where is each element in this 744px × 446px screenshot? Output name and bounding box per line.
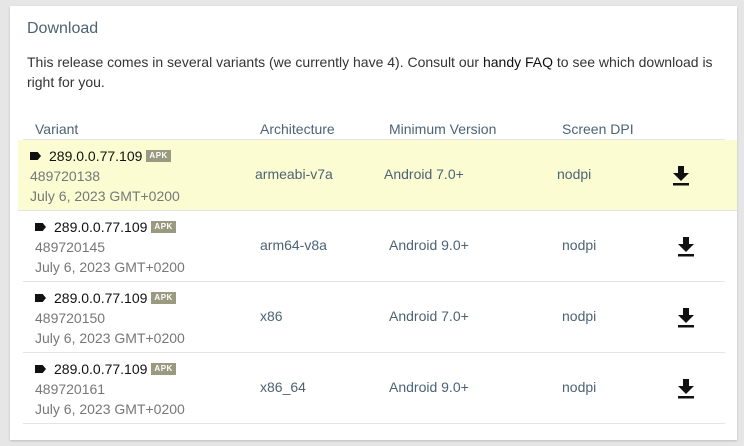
- table-row: 289.0.0.77.109 APK 489720138 July 6, 202…: [18, 140, 737, 211]
- architecture-cell: x86: [260, 308, 283, 324]
- tag-icon: [35, 223, 46, 231]
- download-button[interactable]: [677, 378, 695, 400]
- apk-badge: APK: [151, 221, 176, 233]
- tag-icon: [30, 152, 41, 160]
- variant-version-link[interactable]: 289.0.0.77.109: [54, 288, 147, 308]
- header-architecture: Architecture: [260, 121, 335, 137]
- download-icon: [678, 308, 694, 328]
- architecture-cell: arm64-v8a: [260, 237, 327, 253]
- download-button[interactable]: [672, 165, 690, 187]
- table-row: 289.0.0.77.109 APK 489720145 July 6, 202…: [23, 211, 725, 282]
- variant-date: July 6, 2023 GMT+0200: [30, 188, 180, 204]
- intro-text: This release comes in several variants (…: [27, 52, 717, 92]
- tag-icon: [35, 365, 46, 373]
- apk-badge: APK: [146, 150, 171, 162]
- variant-cell: 289.0.0.77.109 APK 489720150 July 6, 202…: [35, 288, 185, 348]
- download-icon: [678, 379, 694, 399]
- variant-cell: 289.0.0.77.109 APK 489720138 July 6, 202…: [30, 146, 180, 206]
- variant-date: July 6, 2023 GMT+0200: [35, 330, 185, 346]
- variant-version-link[interactable]: 289.0.0.77.109: [54, 359, 147, 379]
- variant-code: 489720145: [35, 239, 106, 255]
- apk-badge: APK: [151, 363, 176, 375]
- section-title: Download: [27, 20, 99, 37]
- min-version-cell: Android 7.0+: [384, 166, 464, 182]
- download-button[interactable]: [677, 236, 695, 258]
- architecture-cell: x86_64: [260, 379, 306, 395]
- variant-version-link[interactable]: 289.0.0.77.109: [54, 217, 147, 237]
- variant-cell: 289.0.0.77.109 APK 489720161 July 6, 202…: [35, 359, 185, 419]
- screen-dpi-cell: nodpi: [557, 166, 592, 182]
- intro-before: This release comes in several variants (…: [27, 54, 483, 70]
- header-min-version: Minimum Version: [389, 121, 497, 137]
- variant-code: 489720161: [35, 381, 106, 397]
- variant-code: 489720138: [30, 168, 101, 184]
- screen-dpi-cell: nodpi: [562, 379, 597, 395]
- screen-dpi-cell: nodpi: [562, 237, 597, 253]
- architecture-cell: armeabi-v7a: [255, 166, 333, 182]
- min-version-cell: Android 9.0+: [389, 379, 469, 395]
- apk-badge: APK: [151, 292, 176, 304]
- faq-link[interactable]: handy FAQ: [483, 54, 553, 70]
- variant-code: 489720150: [35, 310, 106, 326]
- variant-date: July 6, 2023 GMT+0200: [35, 401, 185, 417]
- min-version-cell: Android 9.0+: [389, 237, 469, 253]
- variant-version-link[interactable]: 289.0.0.77.109: [49, 146, 142, 166]
- download-card: Download This release comes in several v…: [10, 6, 737, 440]
- header-variant: Variant: [35, 121, 79, 137]
- min-version-cell: Android 7.0+: [389, 308, 469, 324]
- header-screen-dpi: Screen DPI: [562, 121, 634, 137]
- tag-icon: [35, 294, 46, 302]
- table-row: 289.0.0.77.109 APK 489720161 July 6, 202…: [23, 353, 725, 424]
- variant-cell: 289.0.0.77.109 APK 489720145 July 6, 202…: [35, 217, 185, 277]
- table-row: 289.0.0.77.109 APK 489720150 July 6, 202…: [23, 282, 725, 353]
- download-icon: [673, 166, 689, 186]
- variants-table: Variant Architecture Minimum Version Scr…: [18, 112, 737, 424]
- download-icon: [678, 237, 694, 257]
- variant-date: July 6, 2023 GMT+0200: [35, 259, 185, 275]
- download-button[interactable]: [677, 307, 695, 329]
- table-header: Variant Architecture Minimum Version Scr…: [23, 112, 725, 140]
- screen-dpi-cell: nodpi: [562, 308, 597, 324]
